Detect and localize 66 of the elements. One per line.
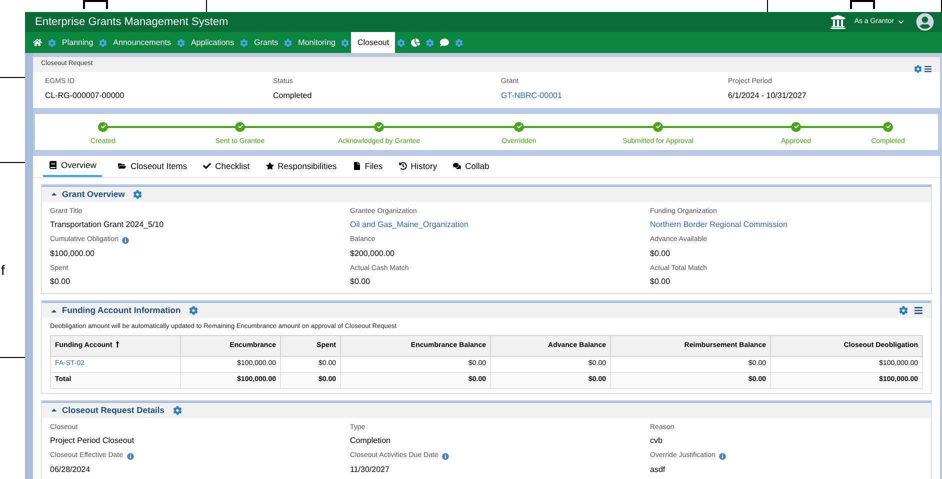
field-value: $100,000.00 [50, 248, 96, 260]
settings-icon[interactable] [172, 406, 182, 415]
caret-icon [898, 19, 904, 25]
bank-icon[interactable] [830, 14, 846, 30]
field-value: 6/1/2024 - 10/31/2027 [728, 90, 808, 102]
info-icon[interactable] [122, 236, 130, 244]
tab[interactable]: Collab [453, 155, 490, 177]
field-value: $0.00 [350, 276, 372, 288]
menu-icon[interactable] [924, 65, 932, 73]
field-value: Transportation Grant 2024_5/10 [50, 219, 165, 231]
settings-icon[interactable] [899, 306, 908, 315]
tab[interactable]: Responsibilities [266, 155, 337, 177]
frame-icon [850, 0, 875, 9]
frame-icon [82, 0, 108, 9]
field-value: $0.00 [650, 276, 672, 288]
info-icon[interactable] [127, 453, 134, 460]
speech-bubbles-icon [453, 162, 462, 170]
book-icon [49, 161, 57, 169]
settings-icon[interactable] [914, 65, 922, 73]
collapse-icon[interactable] [50, 406, 58, 414]
tab[interactable]: Closeout Items [118, 155, 188, 177]
nav-tab[interactable]: Closeout [351, 32, 396, 53]
tab[interactable]: History [398, 155, 438, 177]
star-icon [266, 162, 274, 170]
chat-icon[interactable] [440, 38, 450, 47]
chart-icon[interactable] [411, 38, 420, 47]
app-title: Enterprise Grants Management System [35, 14, 228, 30]
file-icon [352, 162, 361, 170]
settings-icon[interactable] [132, 190, 142, 198]
menu-icon[interactable] [914, 306, 923, 315]
nav-tab[interactable]: Planning [62, 36, 94, 48]
nav-tab[interactable]: Monitoring [298, 36, 336, 48]
section-title[interactable]: Closeout Request Details [62, 404, 164, 417]
field-link[interactable]: Oil and Gas_Maine_Organization [350, 219, 650, 231]
tab[interactable]: Files [352, 155, 383, 177]
margin-letter: f [0, 263, 6, 277]
field-value: 11/30/2027 [350, 464, 390, 476]
field-link[interactable]: Northern Border Regional Commission [650, 219, 923, 231]
folder-icon [118, 162, 126, 170]
field-value: asdf [650, 464, 666, 476]
field-value: cvb [650, 435, 664, 448]
field-value: 06/28/2024 [50, 464, 92, 476]
nav-tab[interactable]: Grants [254, 36, 278, 48]
sort-icon [114, 341, 122, 348]
info-icon[interactable] [719, 453, 726, 460]
field-link[interactable]: GT-NBRC-00001 [501, 90, 728, 102]
home-icon[interactable] [33, 38, 42, 47]
history-icon [398, 162, 407, 170]
avatar-icon[interactable] [916, 13, 934, 31]
field-value: Completed [273, 90, 313, 102]
field-value: Project Period Closeout [50, 435, 136, 448]
info-icon[interactable] [442, 453, 450, 460]
settings-icon[interactable] [188, 306, 198, 315]
field-value: Completion [350, 435, 392, 448]
section-title[interactable]: Funding Account Information [62, 304, 181, 317]
collapse-icon[interactable] [50, 190, 58, 198]
field-value: $0.00 [50, 276, 72, 288]
check-icon [203, 162, 212, 170]
nav-tab[interactable]: Announcements [113, 36, 171, 48]
nav-tab[interactable]: Applications [190, 36, 234, 48]
tab[interactable]: Checklist [203, 155, 250, 177]
section-title[interactable]: Grant Overview [62, 188, 125, 200]
field-value: $0.00 [650, 248, 672, 260]
tab[interactable]: Overview [43, 155, 102, 177]
field-value: CL-RG-000007-00000 [45, 90, 126, 102]
field-value: $200,000.00 [350, 248, 396, 260]
